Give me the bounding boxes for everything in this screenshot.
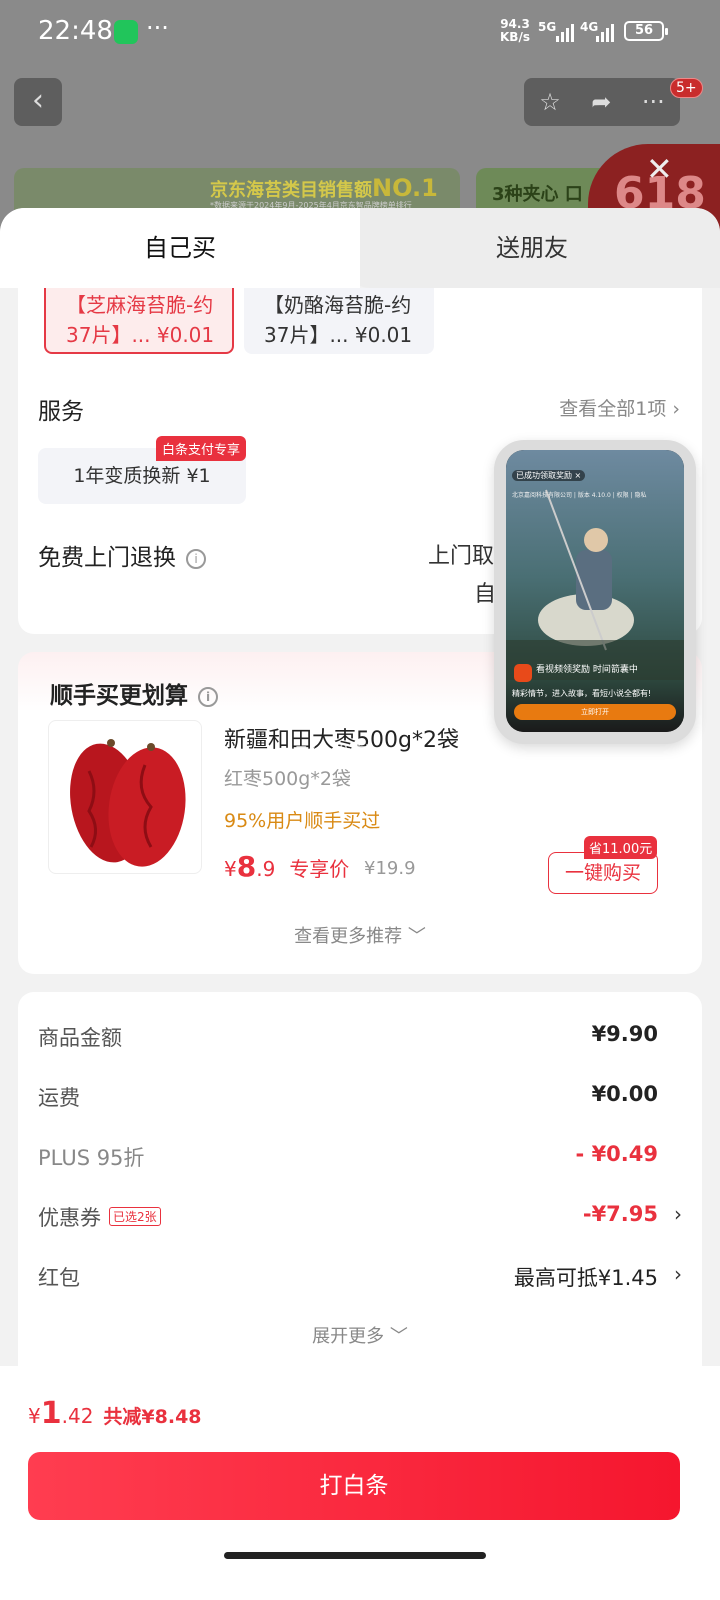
- product-price: ¥8.9 专享价: [224, 850, 349, 883]
- wechat-icon: [114, 20, 138, 44]
- variant-cheese[interactable]: 【奶酪海苔脆-约 37片】... ¥0.01: [244, 288, 434, 354]
- summary-value: ¥0.00: [591, 1082, 658, 1106]
- summary-label: 优惠券 已选2张: [38, 1202, 161, 1232]
- summary-value: -¥7.95: [582, 1202, 658, 1226]
- summary-row-red-packet[interactable]: 红包 最高可抵¥1.45 ›: [38, 1262, 682, 1302]
- banner-no1: NO.1: [372, 174, 438, 202]
- summary-row-shipping: 运费 ¥0.00: [38, 1082, 682, 1122]
- pay-baitiao-button[interactable]: 打白条: [28, 1452, 680, 1520]
- recommend-overlay-text: 好价推荐: [286, 744, 375, 769]
- total-price: ¥1.42 共减¥8.48: [28, 1396, 202, 1431]
- free-return-label: 免费上门退换: [38, 545, 176, 571]
- jujube-image: [70, 739, 186, 867]
- share-icon[interactable]: ➦: [591, 88, 611, 116]
- back-button[interactable]: ‹: [14, 78, 62, 126]
- network-speed-unit: KB/s: [500, 30, 530, 44]
- purchase-rate: 95%用户顺手买过: [224, 810, 381, 832]
- price-decimal: .9: [256, 857, 276, 881]
- summary-label: 红包: [38, 1266, 80, 1290]
- total-decimal: .42: [61, 1404, 94, 1428]
- signal-icon: [556, 22, 574, 42]
- close-icon[interactable]: ✕: [646, 150, 673, 188]
- signal-icon-2: [596, 22, 614, 42]
- floating-video-window[interactable]: 已成功领取奖励 × 北京嘉阅科技有限公司 | 版本 4.10.0 | 权限 | …: [494, 440, 696, 744]
- chevron-right-icon: ›: [674, 1262, 682, 1286]
- reward-pill-text: 已成功领取奖励 ×: [512, 470, 586, 481]
- summary-value: ¥9.90: [591, 1022, 658, 1046]
- app-icon: [514, 664, 532, 682]
- summary-row-coupon[interactable]: 优惠券 已选2张 -¥7.95 ›: [38, 1202, 682, 1242]
- status-time: 22:48: [38, 16, 113, 46]
- price-currency: ¥: [224, 857, 237, 881]
- total-saved: 共减¥8.48: [103, 1406, 202, 1428]
- free-return-title: 免费上门退换 i: [38, 538, 206, 572]
- variant-label: 【奶酪海苔脆-约: [264, 293, 412, 317]
- bundle-title: 顺手买更划算 i: [50, 676, 218, 710]
- summary-value: - ¥0.49: [575, 1142, 658, 1166]
- product-image[interactable]: [48, 720, 202, 874]
- service-exclusive-badge: 白条支付专享: [156, 436, 247, 461]
- variant-label-2: 37片】... ¥0.01: [264, 323, 413, 347]
- coupon-label: 优惠券: [38, 1206, 101, 1230]
- open-app-button[interactable]: 立即打开: [514, 704, 676, 720]
- total-integer: 1: [40, 1396, 62, 1431]
- summary-label: 商品金额: [38, 1026, 122, 1050]
- summary-row-goods: 商品金额 ¥9.90: [38, 1022, 682, 1062]
- info-icon[interactable]: i: [186, 549, 206, 569]
- service-title: 服务: [38, 399, 84, 425]
- total-currency: ¥: [28, 1404, 41, 1428]
- notification-badge: 5+: [670, 78, 703, 98]
- floating-video-screen[interactable]: 已成功领取奖励 × 北京嘉阅科技有限公司 | 版本 4.10.0 | 权限 | …: [506, 450, 684, 732]
- variant-label-2: 37片】... ¥0.01: [66, 323, 215, 347]
- coupon-count-tag: 已选2张: [109, 1207, 161, 1226]
- expand-more-link[interactable]: 展开更多 ﹀: [18, 1322, 702, 1348]
- app-info-line: 北京嘉阅科技有限公司 | 版本 4.10.0 | 权限 | 隐私: [512, 492, 647, 499]
- original-price: ¥19.9: [364, 858, 416, 879]
- more-icon[interactable]: ···: [642, 88, 665, 116]
- status-bar: 22:48 ··· 94.3 KB/s 5G 4G 56: [0, 0, 720, 64]
- star-icon[interactable]: ☆: [539, 88, 561, 116]
- video-caption: 看视频领奖励 时间箭囊中: [536, 665, 638, 675]
- price-summary-card: 商品金额 ¥9.90 运费 ¥0.00 PLUS 95折 - ¥0.49 优惠券…: [18, 992, 702, 1372]
- network-5g-label: 5G: [538, 20, 557, 34]
- chevron-right-icon: ›: [674, 1202, 682, 1226]
- price-integer: 8: [236, 850, 257, 883]
- summary-row-plus-discount: PLUS 95折 - ¥0.49: [38, 1142, 682, 1182]
- bundle-title-label: 顺手买更划算: [50, 683, 188, 709]
- info-icon[interactable]: i: [198, 687, 218, 707]
- battery-icon: 56: [624, 21, 668, 41]
- checkout-bar: ¥1.42 共减¥8.48 打白条: [0, 1366, 720, 1600]
- home-indicator[interactable]: [224, 1552, 486, 1559]
- more-notifications-icon: ···: [146, 14, 169, 42]
- summary-value: 最高可抵¥1.45: [513, 1266, 658, 1290]
- purchase-sheet: 送朋友 自己买 【芝麻海苔脆-约 37片】... ¥0.01 【奶酪海苔脆-约 …: [0, 208, 720, 1600]
- network-speed-value: 94.3: [500, 17, 530, 31]
- summary-label: PLUS 95折: [38, 1146, 145, 1170]
- tab-bar: 送朋友 自己买: [0, 208, 720, 288]
- savings-badge: 省11.00元: [584, 836, 658, 859]
- network-speed: 94.3 KB/s: [500, 18, 530, 44]
- more-recommendations-link[interactable]: 查看更多推荐 ﹀: [18, 922, 702, 948]
- reward-pill: 已成功领取奖励 ×: [512, 470, 586, 481]
- summary-label: 运费: [38, 1086, 80, 1110]
- video-caption-2: 精彩情节，进入故事，看短小说全都有!: [512, 689, 652, 698]
- price-label: 专享价: [289, 857, 350, 881]
- variant-label: 【芝麻海苔脆-约: [66, 293, 214, 317]
- variant-sesame[interactable]: 【芝麻海苔脆-约 37片】... ¥0.01: [44, 288, 234, 354]
- banner-sales-text: 京东海苔类目销售额: [210, 180, 372, 201]
- service-view-all-link[interactable]: 查看全部1项 ›: [559, 394, 680, 421]
- top-toolbar: ☆ ➦ ···: [524, 78, 680, 126]
- tab-buy-self[interactable]: 自己买: [0, 208, 360, 288]
- tab-gift-friend[interactable]: 送朋友: [344, 208, 720, 288]
